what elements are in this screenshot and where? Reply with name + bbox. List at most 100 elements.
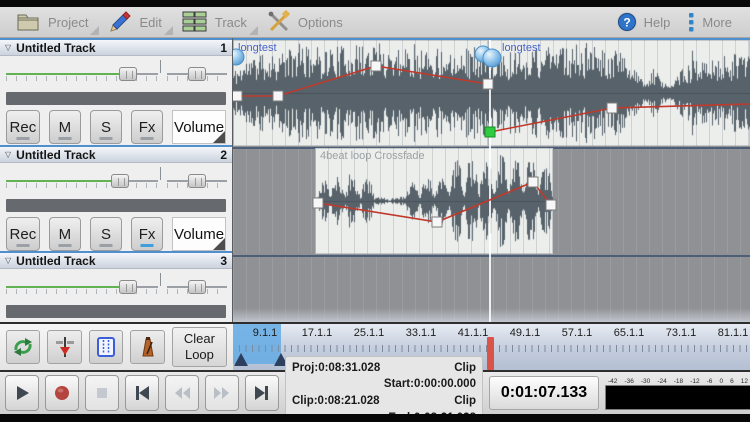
skip-end-icon bbox=[253, 384, 271, 402]
collapse-track-icon[interactable]: ▽ bbox=[5, 43, 11, 52]
loop-start-marker[interactable] bbox=[234, 353, 248, 366]
help-icon: ? bbox=[616, 11, 638, 33]
play-icon bbox=[13, 384, 31, 402]
pan-slider-thumb[interactable] bbox=[188, 67, 206, 81]
skip-start-icon bbox=[133, 384, 151, 402]
ruler-label: 57.1.1 bbox=[555, 327, 599, 339]
stop-button[interactable] bbox=[85, 375, 119, 411]
envelope-point[interactable] bbox=[546, 200, 556, 210]
volume-slider-thumb[interactable] bbox=[119, 280, 137, 294]
track-2-rec-button[interactable]: Rec bbox=[6, 217, 40, 251]
skip-to-end-button[interactable] bbox=[245, 375, 279, 411]
ruler-playhead[interactable] bbox=[487, 337, 494, 370]
track-2-fx-button[interactable]: Fx bbox=[131, 217, 163, 251]
project-menu-button[interactable]: Project bbox=[10, 7, 102, 37]
envelope-point-selected[interactable] bbox=[485, 127, 495, 137]
envelope-point[interactable] bbox=[233, 91, 242, 101]
loop-mode-button[interactable] bbox=[6, 330, 40, 364]
clear-loop-button[interactable]: Clear Loop bbox=[172, 327, 227, 367]
track-1-header[interactable]: ▽ Untitled Track 1 bbox=[0, 40, 232, 56]
edit-menu-button[interactable]: Edit bbox=[102, 7, 175, 37]
clear-loop-label: Clear Loop bbox=[173, 331, 226, 362]
meter-tick-label: -24 bbox=[657, 378, 666, 385]
track-label: Track bbox=[215, 15, 247, 30]
track-1-mute-button[interactable]: M bbox=[49, 110, 81, 144]
meter-tick-label: 12 bbox=[741, 378, 748, 385]
collapse-track-icon[interactable]: ▽ bbox=[5, 256, 11, 265]
folder-icon bbox=[16, 12, 41, 32]
track-3-pan-slider[interactable] bbox=[167, 280, 227, 295]
track-3-volume-slider[interactable] bbox=[6, 280, 158, 295]
play-button[interactable] bbox=[5, 375, 39, 411]
pan-slider-thumb[interactable] bbox=[188, 280, 206, 294]
track-menu-button[interactable]: Track bbox=[176, 7, 261, 37]
envelope-point[interactable] bbox=[273, 91, 283, 101]
track-2-solo-button[interactable]: S bbox=[90, 217, 122, 251]
track-1-pan-slider[interactable] bbox=[167, 67, 227, 82]
track-2-header[interactable]: ▽ Untitled Track 2 bbox=[0, 147, 232, 163]
track-3-header[interactable]: ▽ Untitled Track 3 bbox=[0, 253, 232, 269]
track-1-fx-button[interactable]: Fx bbox=[131, 110, 163, 144]
track-2-buttons: Rec M S Fx Volume bbox=[0, 212, 232, 251]
pan-slider-thumb[interactable] bbox=[188, 174, 206, 188]
volume-slider-thumb[interactable] bbox=[111, 174, 129, 188]
record-button[interactable] bbox=[45, 375, 79, 411]
clip-edge-handle[interactable] bbox=[483, 49, 501, 67]
punch-in-out-button[interactable] bbox=[47, 330, 81, 364]
metronome-icon bbox=[136, 335, 160, 359]
grid-editor-button[interactable] bbox=[89, 330, 123, 364]
track-panel-3: ▽ Untitled Track 3 bbox=[0, 251, 232, 322]
collapse-track-icon[interactable]: ▽ bbox=[5, 150, 11, 159]
dropdown-corner-icon bbox=[164, 26, 173, 35]
master-level-meter: -42 -36 -30 -24 -18 -12 -6 0 6 12 bbox=[605, 376, 750, 410]
track-2-param-select[interactable]: Volume bbox=[172, 217, 226, 251]
more-button[interactable]: More bbox=[678, 11, 740, 33]
help-button[interactable]: ? Help bbox=[608, 11, 679, 33]
top-toolbar: Project Edit Track bbox=[0, 7, 750, 38]
envelope-point[interactable] bbox=[483, 79, 493, 89]
track-1-param-select[interactable]: Volume bbox=[172, 110, 226, 144]
envelope-point[interactable] bbox=[432, 217, 442, 227]
skip-to-start-button[interactable] bbox=[125, 375, 159, 411]
proj-time: Proj:0:08:31.028 bbox=[292, 360, 380, 393]
slider-divider bbox=[160, 60, 161, 73]
track-1-level-meter bbox=[6, 92, 226, 105]
envelope-point[interactable] bbox=[371, 61, 381, 71]
envelope-point[interactable] bbox=[313, 198, 323, 208]
record-icon bbox=[53, 384, 71, 402]
track-1-rec-button[interactable]: Rec bbox=[6, 110, 40, 144]
dropdown-corner-icon bbox=[249, 26, 258, 35]
slider-divider bbox=[160, 273, 161, 286]
track-2-volume-slider[interactable] bbox=[6, 174, 158, 189]
fx-label: Fx bbox=[139, 119, 156, 136]
track-1-solo-button[interactable]: S bbox=[90, 110, 122, 144]
more-dots-icon bbox=[686, 11, 696, 33]
track-2-mute-button[interactable]: M bbox=[49, 217, 81, 251]
main-time-display: 0:01:07.133 bbox=[489, 376, 599, 410]
fast-forward-button[interactable] bbox=[205, 375, 239, 411]
meter-tick-label: -42 bbox=[608, 378, 617, 385]
ruler-label: 65.1.1 bbox=[607, 327, 651, 339]
track-panel-1: ▽ Untitled Track 1 bbox=[0, 38, 232, 145]
volume-slider-thumb[interactable] bbox=[119, 67, 137, 81]
clip-edge-handle[interactable] bbox=[233, 49, 244, 65]
envelope-point[interactable] bbox=[607, 103, 617, 113]
transport-bar: Proj:0:08:31.028 Clip Start:0:00:00.000 … bbox=[0, 372, 750, 414]
slider-fill bbox=[6, 286, 128, 288]
envelope-point[interactable] bbox=[528, 177, 538, 187]
solo-label: S bbox=[101, 119, 111, 136]
meter-tick-label: -6 bbox=[707, 378, 713, 385]
ruler-label: 17.1.1 bbox=[295, 327, 339, 339]
envelope-line-clip3[interactable] bbox=[318, 182, 551, 222]
track-2-pan-slider[interactable] bbox=[167, 174, 227, 189]
mute-label: M bbox=[59, 119, 72, 136]
rewind-button[interactable] bbox=[165, 375, 199, 411]
envelope-line-clip2[interactable] bbox=[490, 104, 750, 132]
metronome-button[interactable] bbox=[130, 330, 164, 364]
options-menu-button[interactable]: Options bbox=[261, 7, 357, 37]
mute-label: M bbox=[59, 226, 72, 243]
solo-indicator bbox=[99, 137, 112, 140]
arrangement-area[interactable]: longtest longtest 4beat loop Crossfade bbox=[233, 38, 750, 322]
ruler-label: 25.1.1 bbox=[347, 327, 391, 339]
track-1-volume-slider[interactable] bbox=[6, 67, 158, 82]
